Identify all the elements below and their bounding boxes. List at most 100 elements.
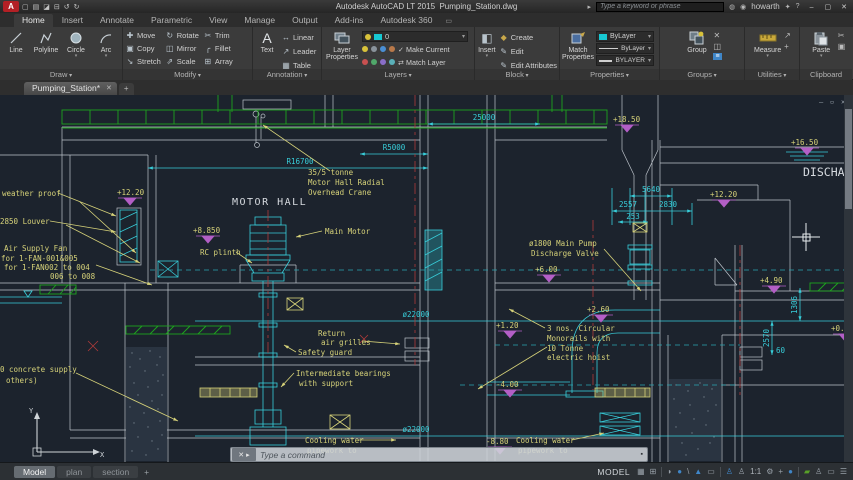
panel-label-modify[interactable]: Modify: [123, 69, 252, 80]
command-options-icon[interactable]: ▪: [641, 451, 643, 458]
panel-label-draw[interactable]: Draw: [0, 69, 122, 80]
color-dropdown[interactable]: ByLayer▾: [596, 31, 654, 42]
scale-button[interactable]: ⇗Scale: [165, 55, 199, 67]
save-icon[interactable]: ◪: [43, 3, 50, 11]
layer-merge-icon[interactable]: [389, 59, 395, 65]
layout-tab-section[interactable]: section: [93, 466, 138, 478]
restore-icon[interactable]: ▢: [821, 3, 835, 11]
circle-button[interactable]: Circle▾: [62, 28, 90, 60]
command-line[interactable]: ✕ ▸ Type a command ▪: [230, 447, 648, 462]
layer-walk-icon[interactable]: [380, 59, 386, 65]
group-edit-icon[interactable]: ◫: [713, 42, 721, 51]
panel-label-annotation[interactable]: Annotation: [253, 69, 321, 80]
command-grip[interactable]: ✕ ▸: [232, 448, 256, 461]
rotate-button[interactable]: ↻Rotate: [165, 29, 199, 41]
panel-label-clipboard[interactable]: Clipboard: [800, 69, 852, 80]
ortho-icon[interactable]: ●: [677, 467, 682, 476]
file-tab-close-icon[interactable]: ✕: [106, 84, 112, 92]
tab-home[interactable]: Home: [14, 14, 53, 27]
annotation-scale-value[interactable]: 1:1: [750, 467, 761, 476]
drawing-svg[interactable]: R16700 R5000 25000 ø22000 ø22000 5640 25…: [0, 95, 853, 462]
vertical-scrollbar[interactable]: [844, 95, 853, 462]
annotation-monitor-icon[interactable]: +: [778, 467, 783, 476]
tab-autodesk360[interactable]: Autodesk 360: [372, 14, 440, 27]
tab-insert[interactable]: Insert: [54, 14, 91, 27]
linear-button[interactable]: ↔Linear: [281, 31, 316, 43]
create-block-button[interactable]: ◆Create: [499, 31, 557, 43]
trim-button[interactable]: ✂Trim: [203, 29, 233, 41]
polar-tracking-icon[interactable]: \: [687, 467, 689, 476]
new-file-tab-button[interactable]: +: [119, 83, 134, 95]
group-selection-icon[interactable]: ≡: [713, 53, 721, 60]
tab-view[interactable]: View: [201, 14, 235, 27]
a360-icon[interactable]: ◍: [729, 3, 735, 11]
plot-icon[interactable]: ⊟: [54, 3, 60, 11]
app-logo-icon[interactable]: A: [3, 1, 19, 12]
tab-parametric[interactable]: Parametric: [143, 14, 200, 27]
cut-icon[interactable]: ✂: [838, 31, 846, 40]
copy-button[interactable]: ▣Copy: [125, 42, 161, 54]
line-button[interactable]: Line: [2, 28, 30, 54]
undo-icon[interactable]: ↺: [64, 3, 70, 11]
panel-label-layers[interactable]: Layers: [322, 69, 474, 80]
grid-icon[interactable]: ▦: [637, 467, 645, 476]
isolate-objects-icon[interactable]: ♙: [815, 467, 822, 476]
clean-screen-icon[interactable]: ▭: [827, 467, 835, 476]
search-go-icon[interactable]: ▸: [588, 3, 592, 11]
signed-in-user[interactable]: howarth: [751, 2, 779, 11]
panel-label-utilities[interactable]: Utilities: [745, 69, 799, 80]
group-button[interactable]: Group: [682, 28, 711, 54]
match-layer-button[interactable]: ⇄ Match Layer: [398, 58, 446, 67]
quick-select-icon[interactable]: ↗: [784, 31, 791, 40]
autoscale-icon[interactable]: ♙: [738, 467, 745, 476]
file-tab-active[interactable]: Pumping_Station* ✕: [24, 82, 117, 95]
new-layout-button[interactable]: +: [140, 467, 153, 477]
help-icon[interactable]: ?: [796, 3, 800, 10]
lineweight-dropdown[interactable]: BYLAYER▾: [596, 55, 654, 66]
copy-clip-icon[interactable]: ▣: [838, 42, 846, 51]
snap-icon[interactable]: ⊞: [650, 467, 657, 476]
text-button[interactable]: A Text: [255, 28, 279, 54]
close-icon[interactable]: ✕: [837, 3, 851, 11]
mirror-button[interactable]: ◫Mirror: [165, 42, 199, 54]
layer-dropdown[interactable]: 0 ▾: [362, 31, 468, 42]
search-input[interactable]: [596, 2, 724, 12]
layer-unlock-icon[interactable]: [371, 59, 377, 65]
new-icon[interactable]: ▢: [22, 3, 29, 11]
fillet-button[interactable]: ╭Fillet: [203, 42, 233, 54]
osnap-icon[interactable]: ▭: [707, 467, 715, 476]
layer-properties-button[interactable]: LayerProperties: [324, 28, 360, 62]
id-point-icon[interactable]: +: [784, 42, 791, 51]
tab-manage[interactable]: Manage: [236, 14, 283, 27]
command-input[interactable]: Type a command: [260, 450, 325, 460]
quick-properties-icon[interactable]: ●: [788, 467, 793, 476]
tab-output[interactable]: Output: [284, 14, 326, 27]
measure-button[interactable]: Measure▾: [753, 28, 782, 60]
layer-off-icon[interactable]: [362, 46, 368, 52]
minimize-icon[interactable]: –: [805, 4, 819, 11]
leader-button[interactable]: ↗Leader: [281, 45, 316, 57]
paste-button[interactable]: Paste▾: [807, 28, 836, 60]
redo-icon[interactable]: ↻: [74, 3, 80, 11]
ribbon-toggle-icon[interactable]: ▭: [445, 17, 452, 27]
viewport-minimize-icon[interactable]: ‒: [819, 98, 824, 106]
layer-isolate-icon[interactable]: [389, 46, 395, 52]
model-space-toggle[interactable]: MODEL: [597, 467, 630, 477]
edit-block-button[interactable]: ✎Edit: [499, 45, 557, 57]
tab-addins[interactable]: Add-ins: [327, 14, 372, 27]
customization-icon[interactable]: ☰: [840, 467, 847, 476]
linetype-dropdown[interactable]: ByLayer▾: [596, 43, 654, 54]
tab-annotate[interactable]: Annotate: [92, 14, 142, 27]
osnap-tracking-icon[interactable]: ▲: [694, 467, 702, 476]
open-icon[interactable]: ▤: [33, 3, 40, 11]
polyline-button[interactable]: Polyline: [32, 28, 60, 54]
move-button[interactable]: ✚Move: [125, 29, 161, 41]
insert-button[interactable]: ◧ Insert▾: [477, 28, 497, 60]
match-properties-button[interactable]: MatchProperties: [562, 28, 594, 62]
panel-label-properties[interactable]: Properties: [560, 69, 659, 80]
layer-freeze-icon[interactable]: [371, 46, 377, 52]
panel-label-groups[interactable]: Groups: [660, 69, 744, 80]
apps-icon[interactable]: ✦: [785, 3, 791, 11]
ungroup-icon[interactable]: ✕: [713, 31, 721, 40]
layer-lock-icon[interactable]: [380, 46, 386, 52]
